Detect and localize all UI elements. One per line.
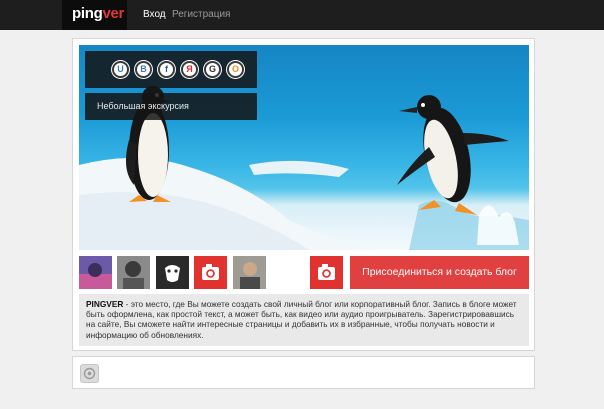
user-icon <box>83 367 96 380</box>
odnoklassniki-icon[interactable]: O <box>227 61 244 78</box>
vk-icon[interactable]: B <box>135 61 152 78</box>
user-avatar[interactable] <box>117 256 150 289</box>
avatar[interactable] <box>80 364 99 383</box>
avatar-image <box>117 256 150 289</box>
main-panel: U B f Я G O Небольшая экскурсия Присоеди… <box>72 38 535 351</box>
brand-name: PINGVER <box>86 299 124 309</box>
top-navbar: pingver Вход Регистрация <box>0 0 604 30</box>
yandex-icon[interactable]: Я <box>181 61 198 78</box>
join-button[interactable]: Присоединиться и создать блог <box>350 256 529 289</box>
camera-icon[interactable] <box>194 256 227 289</box>
site-description: PINGVER - это место, где Вы можете созда… <box>79 294 529 346</box>
tour-caption[interactable]: Небольшая экскурсия <box>85 93 257 120</box>
description-text: - это место, где Вы можете создать свой … <box>86 299 517 340</box>
register-link[interactable]: Регистрация <box>172 9 230 20</box>
logo-link[interactable]: pingver <box>62 0 127 30</box>
u-icon[interactable]: U <box>112 61 129 78</box>
google-icon[interactable]: G <box>204 61 221 78</box>
avatar-image <box>156 256 189 289</box>
user-avatar[interactable] <box>233 256 266 289</box>
avatar-image <box>233 256 266 289</box>
tour-caption-text: Небольшая экскурсия <box>97 101 189 111</box>
user-avatar[interactable] <box>79 256 112 289</box>
hero-banner[interactable]: U B f Я G O Небольшая экскурсия <box>79 45 529 250</box>
user-avatar[interactable] <box>156 256 189 289</box>
camera-icon[interactable] <box>310 256 343 289</box>
social-login-panel: U B f Я G O <box>85 51 257 88</box>
logo: pingver <box>72 5 125 22</box>
facebook-icon[interactable]: f <box>158 61 175 78</box>
comment-panel <box>72 356 535 389</box>
camera-glyph <box>318 264 335 280</box>
camera-glyph <box>202 264 219 280</box>
avatar-image <box>79 256 112 289</box>
login-link[interactable]: Вход <box>143 9 166 20</box>
